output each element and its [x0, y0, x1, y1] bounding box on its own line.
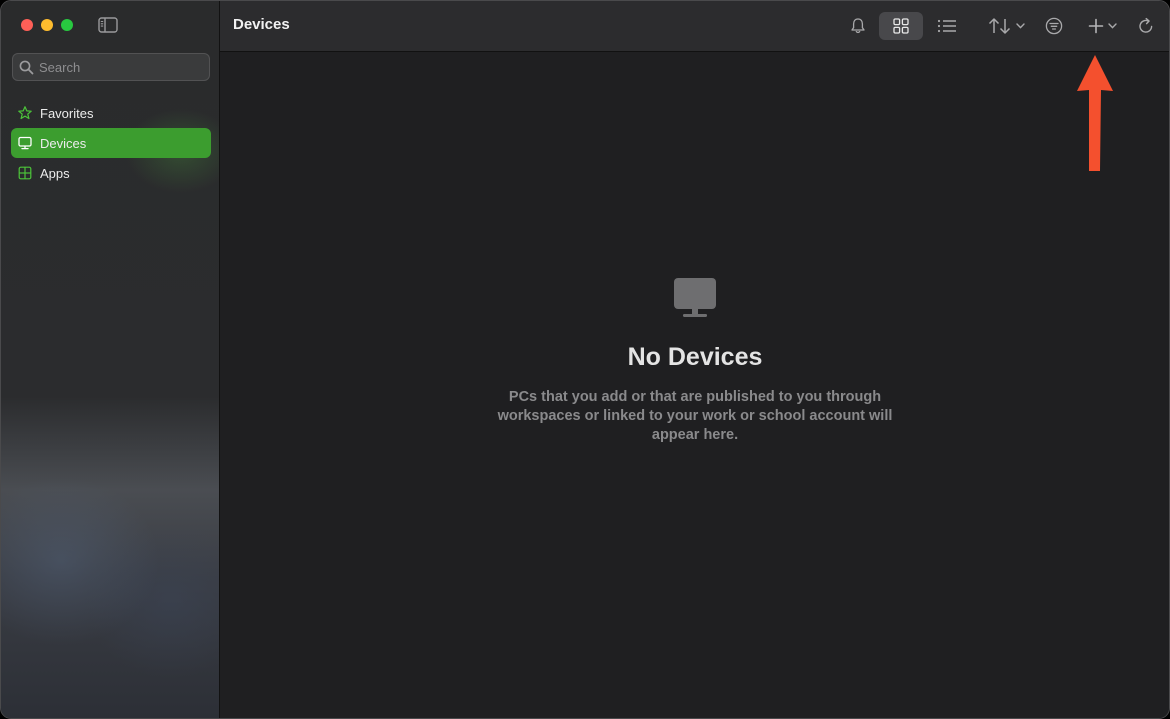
filter-button[interactable]: [1042, 12, 1066, 40]
list-view-button[interactable]: [934, 12, 960, 40]
sidebar-item-label: Favorites: [40, 105, 94, 121]
list-icon: [937, 18, 957, 34]
sidebar-item-label: Apps: [40, 165, 70, 181]
chevron-down-icon: [1107, 23, 1117, 29]
monitor-icon: [460, 277, 930, 319]
apps-grid-icon: [18, 166, 32, 180]
refresh-icon: [1137, 17, 1155, 35]
toolbar: Devices: [220, 1, 1169, 52]
sidebar-item-favorites[interactable]: Favorites: [11, 98, 211, 128]
sidebar: Favorites Devices Apps: [1, 1, 220, 718]
add-menu-button[interactable]: [1084, 12, 1120, 40]
grid-view-button[interactable]: [879, 12, 923, 40]
empty-state-description: PCs that you add or that are published t…: [497, 389, 893, 443]
grid-icon: [893, 18, 909, 34]
chevron-down-icon: [1015, 23, 1025, 29]
page-title: Devices: [233, 16, 290, 33]
search-input[interactable]: [39, 54, 204, 80]
sort-arrows-icon: [988, 17, 1012, 35]
star-icon: [18, 106, 32, 120]
app-window: Favorites Devices Apps: [0, 0, 1170, 719]
red-arrow-icon: [1075, 55, 1115, 173]
sidebar-item-devices[interactable]: Devices: [11, 128, 211, 158]
main-content: Devices No Devices PCs that you add or t…: [220, 1, 1169, 718]
sidebar-item-label: Devices: [40, 135, 87, 151]
close-window-button[interactable]: [21, 19, 33, 31]
monitor-icon: [18, 136, 32, 150]
plus-icon: [1088, 18, 1104, 34]
search-field[interactable]: [12, 53, 210, 81]
empty-state-title: No Devices: [627, 343, 763, 371]
bell-icon: [850, 17, 866, 35]
refresh-button[interactable]: [1134, 12, 1158, 40]
sidebar-toggle-icon[interactable]: [98, 17, 118, 33]
filter-icon: [1045, 17, 1063, 35]
minimize-window-button[interactable]: [41, 19, 53, 31]
notifications-button[interactable]: [846, 12, 870, 40]
sort-menu-button[interactable]: [985, 12, 1027, 40]
zoom-window-button[interactable]: [61, 19, 73, 31]
empty-state: No Devices PCs that you add or that are …: [460, 277, 930, 445]
search-icon: [19, 60, 34, 75]
sidebar-item-apps[interactable]: Apps: [11, 158, 211, 188]
